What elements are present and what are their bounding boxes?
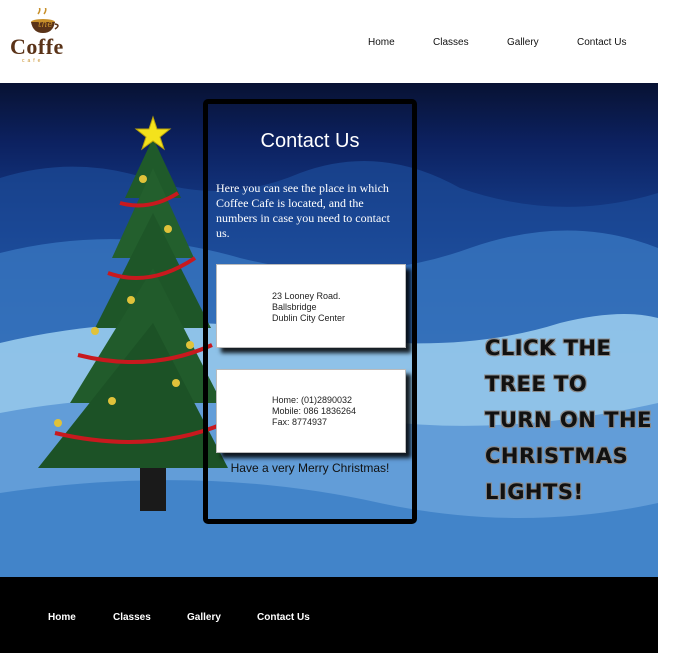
phone-card: Home: (01)2890032 Mobile: 086 1836264 Fa… [216,369,406,453]
hero-banner: Contact Us Here you can see the place in… [0,83,658,577]
site-header: the Coffe cafe Home Classes Gallery Cont… [0,0,658,83]
ornament [54,419,62,427]
contact-description: Here you can see the place in which Coff… [216,181,390,240]
top-nav: Home Classes Gallery Contact Us [0,37,658,49]
tree-lights-prompt: Click the tree to turn on the Christmas … [485,330,655,510]
christmas-greeting: Have a very Merry Christmas! [230,461,390,475]
tree-trunk [140,465,166,511]
footer-home[interactable]: Home [48,612,76,623]
ornament [127,296,135,304]
contact-panel: Contact Us Here you can see the place in… [203,99,417,524]
address-line: 23 Looney Road. [272,291,341,301]
contact-title: Contact Us [260,130,360,152]
site-footer: Home Classes Gallery Contact Us [0,577,658,653]
prompt-line: lights! [485,480,584,504]
phone-home: Home: (01)2890032 [272,395,353,405]
footer-classes[interactable]: Classes [113,612,151,623]
prompt-line: Christmas [485,444,629,468]
phone-mobile: Mobile: 086 1836264 [272,406,357,416]
address-line: Dublin City Center [272,313,346,323]
prompt-line: Click the [485,336,612,360]
footer-gallery[interactable]: Gallery [187,612,221,623]
ornament [91,327,99,335]
phone-fax: Fax: 8774937 [272,417,328,427]
ornament [108,397,116,405]
logo[interactable]: the Coffe cafe [10,8,85,64]
ornament [172,379,180,387]
ornament [139,175,147,183]
address-card: 23 Looney Road. Ballsbridge Dublin City … [216,264,406,348]
nav-home[interactable]: Home [368,37,395,48]
ornament [186,341,194,349]
logo-small-text: the [38,20,53,30]
nav-gallery[interactable]: Gallery [507,37,539,48]
prompt-line: tree to [485,372,588,396]
nav-classes[interactable]: Classes [433,37,469,48]
ornament [164,225,172,233]
nav-contact-us[interactable]: Contact Us [577,37,626,48]
address-line: Ballsbridge [272,302,317,312]
footer-contact-us[interactable]: Contact Us [257,612,310,623]
logo-sub-text: cafe [22,58,44,64]
prompt-line: turn on the [485,408,652,432]
